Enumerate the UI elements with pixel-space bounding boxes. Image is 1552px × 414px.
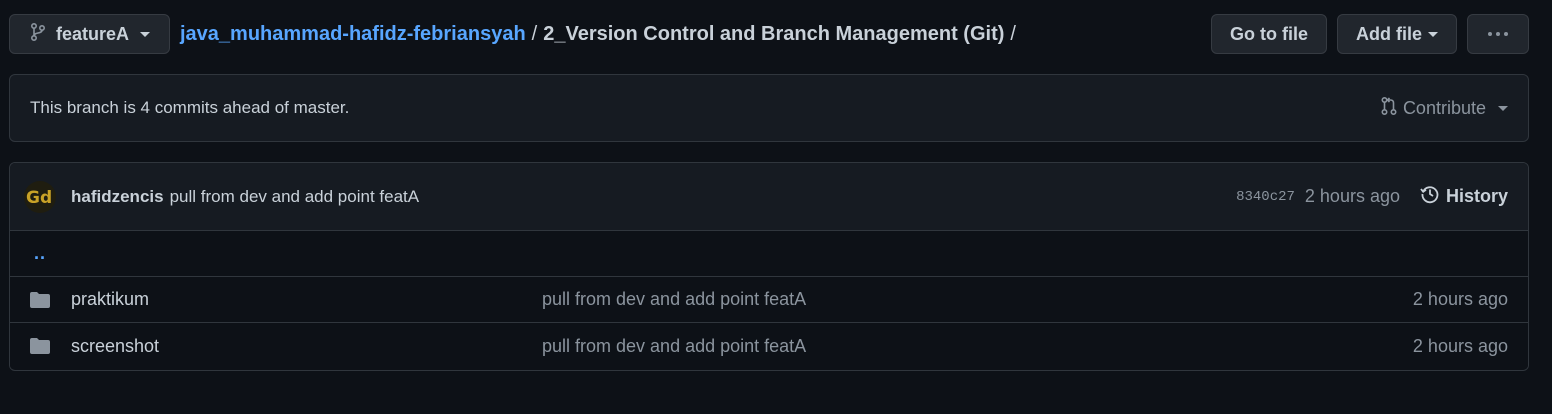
git-pull-request-icon [1381,96,1397,120]
list-item[interactable]: screenshot pull from dev and add point f… [10,323,1528,369]
branch-ahead-text: This branch is 4 commits ahead of master… [30,98,350,117]
latest-commit-row: Gd hafidzencis pull from dev and add poi… [10,163,1528,231]
branch-selector-button[interactable]: featureA [9,14,170,54]
repo-toolbar: featureA java_muhammad-hafidz-febriansya… [9,14,1529,54]
file-name-link[interactable]: praktikum [71,289,149,310]
history-icon [1420,184,1440,209]
history-label: History [1445,186,1508,206]
parent-directory-link[interactable]: .. [34,243,46,264]
file-list: Gd hafidzencis pull from dev and add poi… [9,162,1529,371]
add-file-button[interactable]: Add file [1337,14,1457,54]
breadcrumb-trailing-separator: / [1010,22,1016,45]
add-file-label: Add file [1356,23,1422,44]
commit-sha-link[interactable]: 8340c27 [1236,189,1295,205]
commit-time: 2 hours ago [1304,186,1400,206]
svg-text:Gd: Gd [26,188,52,208]
chevron-down-icon [1498,105,1508,111]
file-commit-time: 2 hours ago [1412,335,1508,356]
git-branch-icon [30,22,46,46]
file-commit-message-link[interactable]: pull from dev and add point featA [542,336,806,357]
contribute-button[interactable]: Contribute [1381,96,1508,120]
avatar[interactable]: Gd [24,180,56,213]
commit-meta: 8340c27 2 hours ago History [1236,184,1508,209]
branch-status-box: This branch is 4 commits ahead of master… [9,74,1529,142]
history-link[interactable]: History [1420,184,1508,209]
chevron-down-icon [140,31,151,37]
go-to-file-button[interactable]: Go to file [1211,14,1327,54]
list-item[interactable]: praktikum pull from dev and add point fe… [10,277,1528,323]
kebab-horizontal-icon [1488,32,1508,36]
breadcrumb-repo-link[interactable]: java_muhammad-hafidz-febriansyah [180,23,526,46]
commit-message-link[interactable]: pull from dev and add point featA [170,187,420,207]
folder-icon [30,291,50,308]
folder-icon [30,338,50,354]
file-actions: Go to file Add file [1211,14,1529,54]
commit-author-link[interactable]: hafidzencis [71,187,164,207]
breadcrumb: java_muhammad-hafidz-febriansyah / 2_Ver… [180,23,1022,46]
parent-directory-row[interactable]: .. [10,231,1528,277]
file-commit-message-link[interactable]: pull from dev and add point featA [542,289,806,310]
chevron-down-icon [1428,31,1438,37]
repo-file-browser: featureA java_muhammad-hafidz-febriansya… [0,0,1552,414]
contribute-label: Contribute [1402,97,1486,118]
breadcrumb-current-dir: 2_Version Control and Branch Management … [543,22,1005,45]
file-name-link[interactable]: screenshot [71,336,159,357]
breadcrumb-separator: / [531,22,538,45]
file-commit-time: 2 hours ago [1412,289,1508,309]
more-options-button[interactable] [1467,14,1529,54]
branch-name: featureA [56,23,130,44]
